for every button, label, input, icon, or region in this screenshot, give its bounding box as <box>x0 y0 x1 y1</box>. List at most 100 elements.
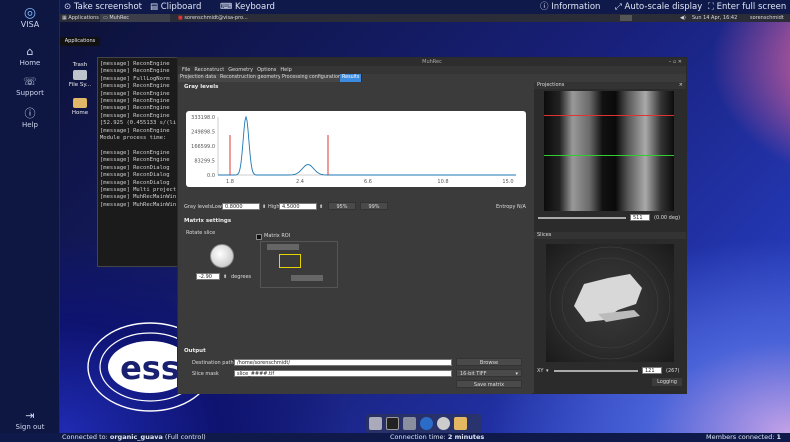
menu-help[interactable]: Help <box>280 67 291 73</box>
taskbar-item-muhrec[interactable]: ▭ MuhRec <box>100 14 170 22</box>
sidebar-item-label: Support <box>16 89 44 97</box>
roi-preview <box>279 254 301 268</box>
slice-slider[interactable] <box>554 370 638 372</box>
y-tick-label: 83299.5 <box>194 159 215 165</box>
status-bar: Connected to: organic_guava (Full contro… <box>0 433 790 442</box>
taskbar-item-terminal[interactable]: ■ sorenschmidt@visa-pro... <box>175 14 251 22</box>
terminal-window[interactable]: [message] ReconEngine [message] ReconEng… <box>97 57 184 267</box>
slice-axis-select[interactable]: XY <box>537 368 543 374</box>
window-controls[interactable]: – ▫ ✕ <box>669 58 682 66</box>
information-label: Information <box>551 2 601 12</box>
workspace-switcher[interactable] <box>620 15 632 21</box>
matrix-roi-checkbox[interactable] <box>256 234 262 240</box>
clipboard-button[interactable]: ▤ Clipboard <box>150 0 201 14</box>
terminal-line: [message] ReconEngine <box>100 157 170 164</box>
dock-search-icon[interactable] <box>437 417 450 430</box>
slice-mask-input[interactable]: slice_####.tif <box>234 370 452 377</box>
rotate-slice-label: Rotate slice <box>186 230 216 236</box>
applications-menu-button[interactable]: ▦ Applications <box>62 14 99 22</box>
visa-logo[interactable]: ◎ VISA <box>0 6 60 29</box>
percentile-95-button[interactable]: 95% <box>328 202 356 210</box>
xfce-taskbar: ▦ Applications ▭ MuhRec ■ sorenschmidt@v… <box>60 14 790 22</box>
window-titlebar[interactable]: MuhRec – ▫ ✕ <box>178 58 686 66</box>
sidebar-item-help[interactable]: ⓘ Help <box>0 107 60 130</box>
drive-icon <box>73 70 87 80</box>
histogram-svg: 333198.0 249898.5 166599.0 83299.5 0.0 1.8 2.4… <box>191 115 516 185</box>
degrees-spinbox[interactable]: -2.90 <box>196 273 220 280</box>
clock[interactable]: Sun 14 Apr, 16:42 <box>692 14 737 22</box>
home-icon: ⌂ <box>26 45 34 58</box>
menu-geometry[interactable]: Geometry <box>228 67 253 73</box>
degrees-stepper-icon[interactable]: ⬍ <box>223 274 227 280</box>
autoscale-button[interactable]: ⤢ Auto-scale display <box>615 0 702 14</box>
keyboard-button[interactable]: ⌨ Keyboard <box>220 0 275 14</box>
terminal-line: [message] ReconEngine <box>100 127 170 134</box>
dock-browser-icon[interactable] <box>420 417 433 430</box>
window-title: MuhRec <box>422 59 442 65</box>
sidebar-item-support[interactable]: ☏ Support <box>0 76 60 98</box>
desktop-icon-trash[interactable]: Trash <box>62 50 98 68</box>
desktop-icon-filesystem[interactable]: File Sy... <box>62 70 98 88</box>
menu-options[interactable]: Options <box>257 67 276 73</box>
tab-processing-configuration[interactable]: Processing configuration <box>280 74 344 82</box>
terminal-line: [message] FullLogNorm <box>100 75 170 82</box>
close-icon[interactable]: × <box>679 82 683 89</box>
gray-levels-heading: Gray levels <box>184 84 219 90</box>
top-toolbar: ⊙ Take screenshot ▤ Clipboard ⌨ Keyboard… <box>60 0 790 14</box>
destination-path-input[interactable]: /home/sorenschmidt/ <box>234 359 452 366</box>
dock-folder-icon[interactable] <box>454 417 467 430</box>
menu-reconstruct[interactable]: Reconstruct <box>194 67 224 73</box>
connected-label: Connected to: <box>62 433 108 441</box>
roi-x0-spinbox[interactable] <box>267 244 299 250</box>
info-icon: ⓘ <box>24 107 36 120</box>
take-screenshot-button[interactable]: ⊙ Take screenshot <box>64 0 142 14</box>
high-spinbox[interactable]: 4.5000 <box>279 203 317 210</box>
taskbar-item-label: sorenschmidt@visa-pro... <box>184 15 248 21</box>
projections-header: Projections × <box>534 82 686 89</box>
projection-slider[interactable] <box>538 217 626 219</box>
high-stepper-icon[interactable]: ⬍ <box>319 204 323 210</box>
slices-title: Slices <box>537 232 552 238</box>
tab-reconstruction-geometry[interactable]: Reconstruction geometry <box>218 74 284 82</box>
dock-files-icon[interactable] <box>403 417 416 430</box>
matrix-settings-heading: Matrix settings <box>184 218 232 224</box>
percentile-99-button[interactable]: 99% <box>360 202 388 210</box>
roi-x1-spinbox[interactable] <box>291 275 323 281</box>
fullscreen-button[interactable]: ⛶ Enter full screen <box>708 0 786 14</box>
format-select[interactable]: 16-bit TIFF ▾ <box>456 369 522 377</box>
take-screenshot-label: Take screenshot <box>73 2 142 12</box>
volume-icon[interactable]: ◀) <box>680 14 686 22</box>
projection-image[interactable] <box>544 91 674 211</box>
rotate-dial[interactable] <box>210 244 234 268</box>
slice-svg <box>549 246 671 360</box>
browse-button[interactable]: Browse <box>456 358 522 366</box>
tab-projection-data[interactable]: Projection data <box>178 74 220 82</box>
information-button[interactable]: ⓘ Information <box>540 0 600 14</box>
low-stepper-icon[interactable]: ⬍ <box>262 204 266 210</box>
histogram-plot[interactable]: 333198.0 249898.5 166599.0 83299.5 0.0 1.8 2.4… <box>186 111 526 187</box>
keyboard-label: Keyboard <box>234 2 275 12</box>
terminal-line: [message] Multi project <box>100 186 177 193</box>
logging-button[interactable]: Logging <box>652 378 682 386</box>
slice-index-spinbox[interactable]: 121 <box>642 367 662 374</box>
terminal-line: [message] ReconEngine <box>100 149 170 156</box>
visa-brand-label: VISA <box>20 20 40 29</box>
tab-results[interactable]: Results <box>340 74 363 82</box>
desktop-icon-label: Trash <box>72 62 88 68</box>
x-tick-label: 2.4 <box>296 179 304 185</box>
menu-bar: File Reconstruct Geometry Options Help <box>178 66 686 74</box>
sidebar-item-home[interactable]: ⌂ Home <box>0 45 60 68</box>
x-tick-label: 15.0 <box>502 179 513 185</box>
terminal-line: [message] MuhRecMainWin <box>100 194 177 201</box>
low-spinbox[interactable]: 0.8000 <box>222 203 260 210</box>
user-menu[interactable]: sorenschmidt <box>750 14 784 22</box>
slice-image[interactable] <box>546 244 674 362</box>
dock-terminal-icon[interactable] <box>386 417 399 430</box>
muhrec-window[interactable]: MuhRec – ▫ ✕ File Reconstruct Geometry Opti… <box>177 57 687 394</box>
dock-monitor-icon[interactable] <box>369 417 382 430</box>
sign-out-button[interactable]: ⇥ Sign out <box>0 410 60 432</box>
save-matrix-button[interactable]: Save matrix <box>456 380 522 388</box>
desktop-icon-home[interactable]: Home <box>62 98 98 116</box>
projection-index-spinbox[interactable]: 511 <box>630 214 650 221</box>
menu-file[interactable]: File <box>182 67 190 73</box>
